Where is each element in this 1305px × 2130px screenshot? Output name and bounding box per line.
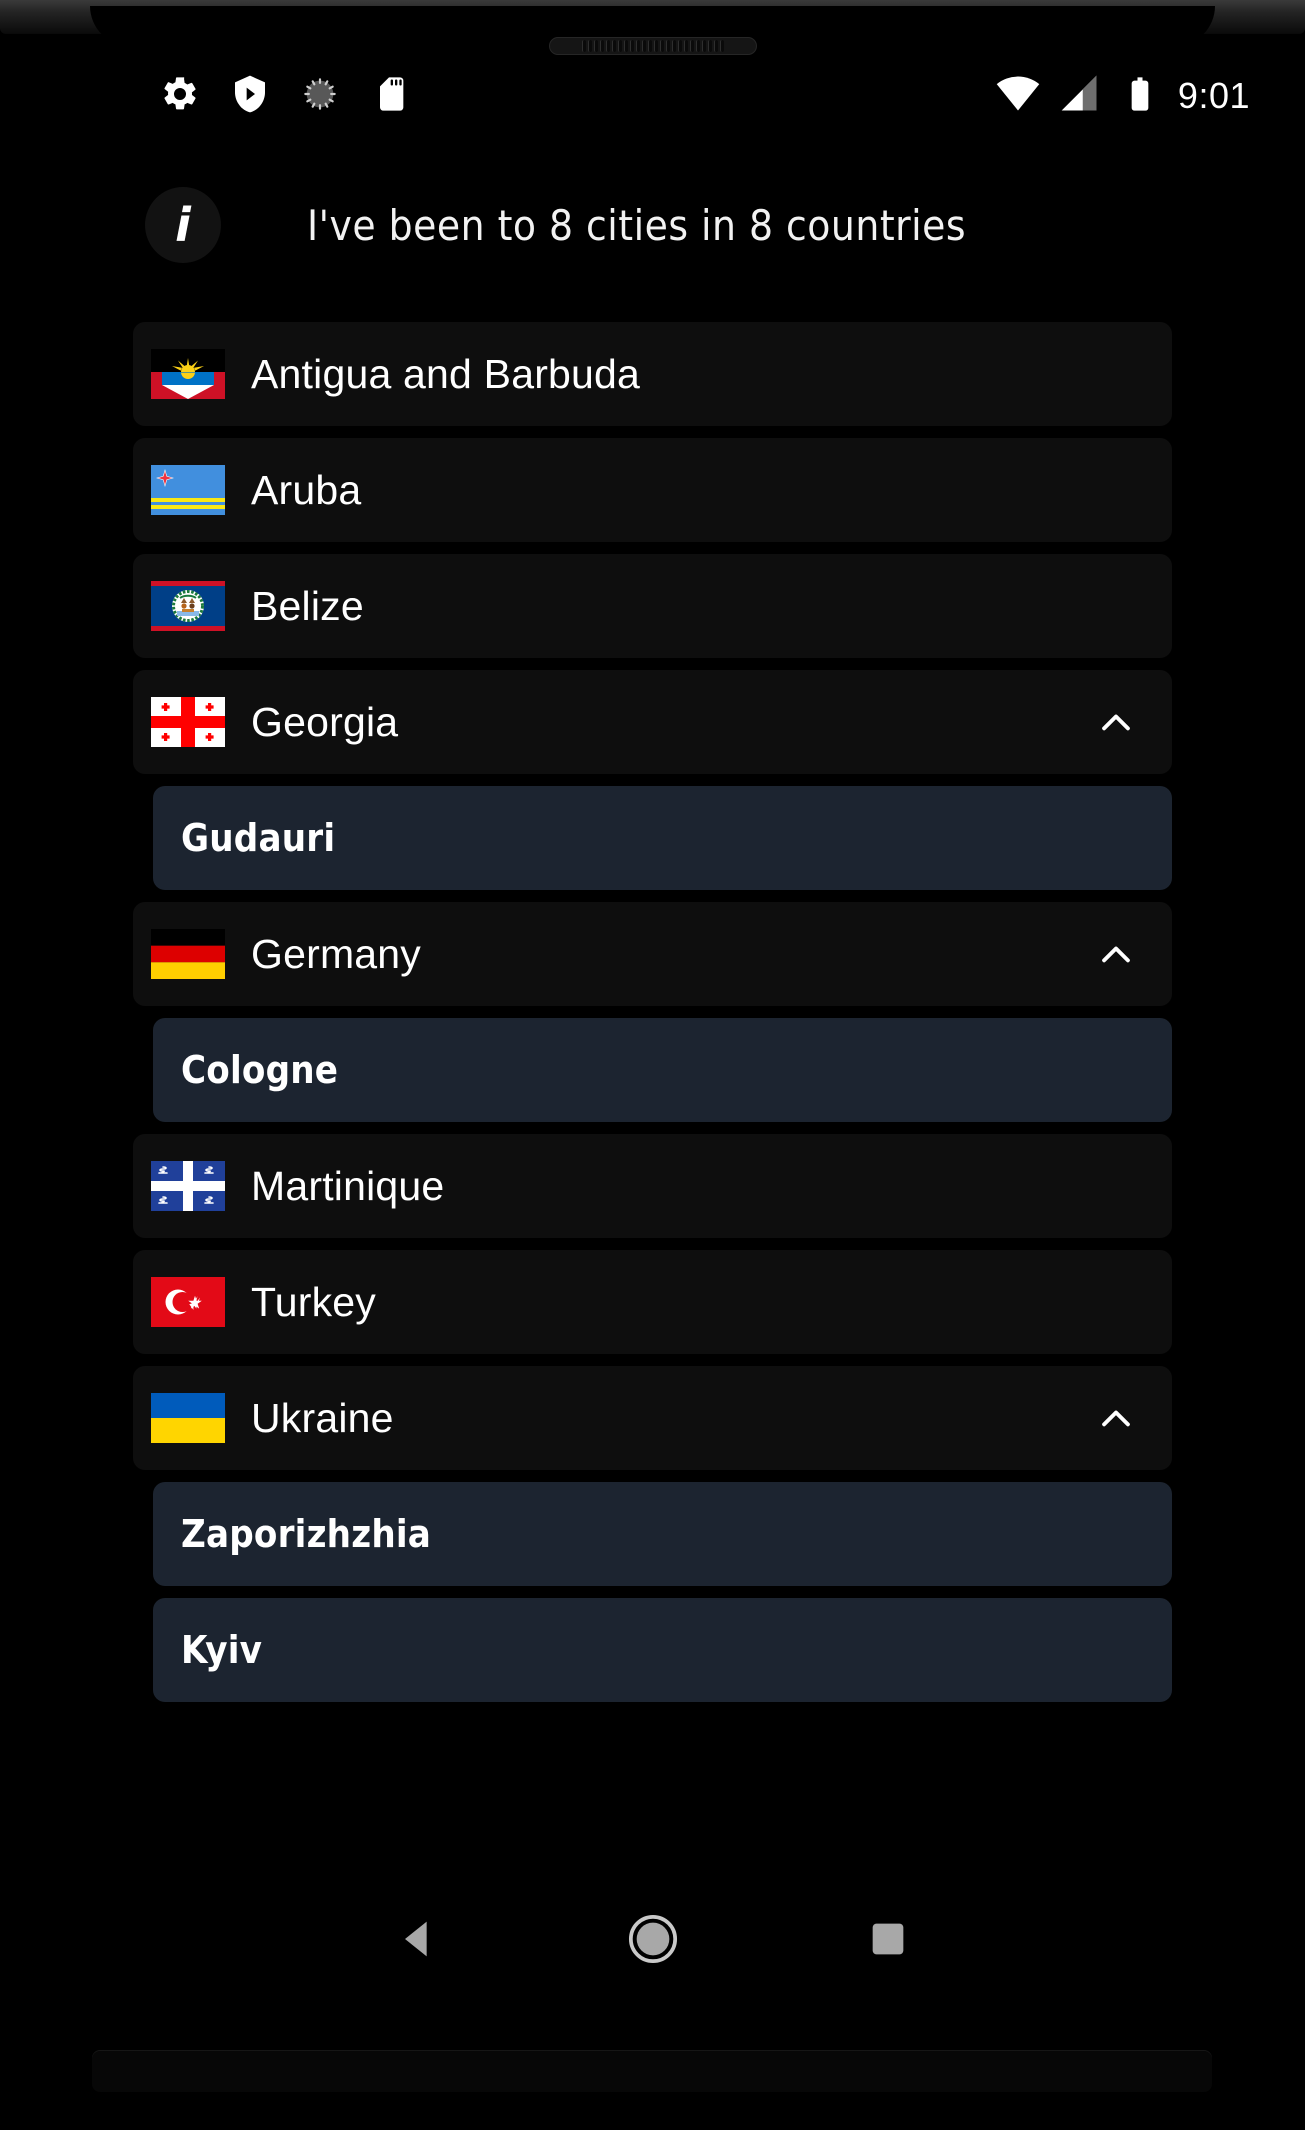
country-row-martinique[interactable]: Martinique (133, 1134, 1172, 1238)
city-row-kyiv[interactable]: Kyiv (153, 1598, 1172, 1702)
city-row-zaporizhzhia[interactable]: Zaporizhzhia (153, 1482, 1172, 1586)
city-name: Gudauri (181, 816, 336, 860)
recents-square-icon[interactable] (857, 1908, 919, 1970)
cellular-signal-icon (1058, 72, 1102, 121)
city-name: Zaporizhzhia (181, 1512, 432, 1556)
device-bottom-bezel-bar (92, 2050, 1212, 2092)
turkey-flag-icon (151, 1277, 225, 1327)
battery-icon (1120, 74, 1160, 119)
ukraine-flag-icon (151, 1393, 225, 1443)
settings-gear-icon (160, 74, 200, 119)
georgia-flag-icon (151, 697, 225, 747)
sd-card-icon (370, 74, 410, 119)
aruba-flag-icon (151, 465, 225, 515)
info-icon[interactable]: i (145, 187, 221, 263)
country-name: Turkey (251, 1278, 376, 1325)
country-row-belize[interactable]: Belize (133, 554, 1172, 658)
country-name: Martinique (251, 1162, 445, 1209)
country-row-ukraine[interactable]: Ukraine (133, 1366, 1172, 1470)
city-name: Kyiv (181, 1628, 263, 1672)
country-name: Germany (251, 930, 422, 977)
country-name: Antigua and Barbuda (251, 350, 641, 397)
city-row-gudauri[interactable]: Gudauri (153, 786, 1172, 890)
chevron-up-icon[interactable] (1094, 700, 1138, 744)
country-name: Belize (251, 582, 364, 629)
chevron-up-icon[interactable] (1094, 932, 1138, 976)
info-glyph: i (175, 198, 191, 252)
sync-spinner-icon (300, 74, 340, 119)
country-name: Ukraine (251, 1394, 394, 1441)
country-name: Aruba (251, 466, 362, 513)
wifi-icon (996, 72, 1040, 121)
country-row-georgia[interactable]: Georgia (133, 670, 1172, 774)
country-row-turkey[interactable]: Turkey (133, 1250, 1172, 1354)
germany-flag-icon (151, 929, 225, 979)
belize-flag-icon (151, 581, 225, 631)
shield-play-icon (230, 74, 270, 119)
status-bar: 9:01 (0, 66, 1305, 126)
country-row-antigua-and-barbuda[interactable]: Antigua and Barbuda (133, 322, 1172, 426)
chevron-up-icon[interactable] (1094, 1396, 1138, 1440)
city-row-cologne[interactable]: Cologne (153, 1018, 1172, 1122)
antigua-and-barbuda-flag-icon (151, 349, 225, 399)
speaker-grille-icon (549, 37, 757, 55)
android-navigation-bar (0, 1884, 1305, 1994)
status-bar-right-icons: 9:01 (996, 72, 1250, 121)
country-name: Georgia (251, 698, 399, 745)
country-city-list: Antigua and Barbuda Aruba Belize Georgia… (0, 322, 1305, 1714)
status-bar-clock: 9:01 (1177, 75, 1250, 116)
country-row-aruba[interactable]: Aruba (133, 438, 1172, 542)
back-triangle-icon[interactable] (387, 1908, 449, 1970)
status-bar-left-icons (160, 74, 410, 119)
app-header: i I've been to 8 cities in 8 countries (0, 180, 1305, 270)
home-circle-icon[interactable] (622, 1908, 684, 1970)
phone-screen: 9:01 i I've been to 8 cities in 8 countr… (0, 0, 1305, 2130)
martinique-flag-icon (151, 1161, 225, 1211)
city-name: Cologne (181, 1048, 339, 1092)
country-row-germany[interactable]: Germany (133, 902, 1172, 1006)
page-title: I've been to 8 cities in 8 countries (307, 200, 967, 250)
